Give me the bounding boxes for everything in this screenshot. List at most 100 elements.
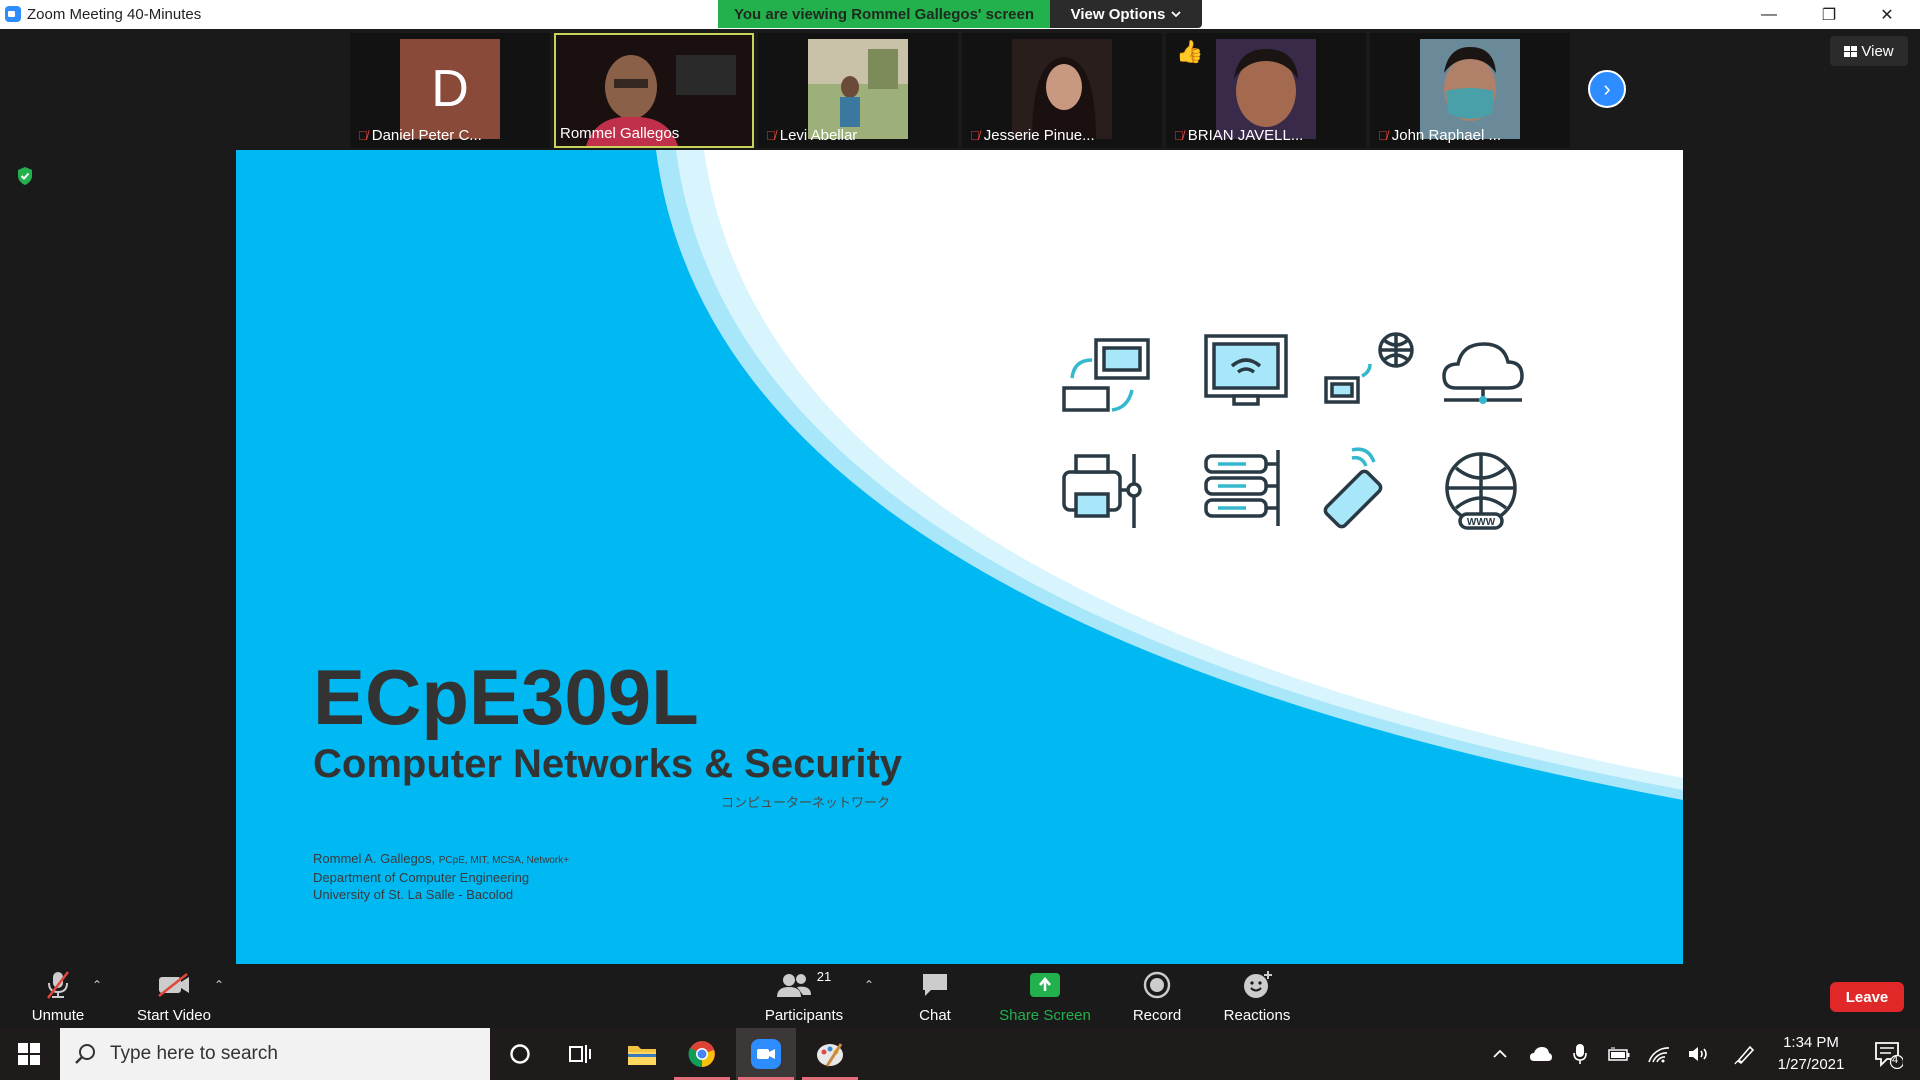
participants-button[interactable]: 21 Participants <box>756 964 852 1028</box>
file-explorer-taskbar-button[interactable] <box>612 1028 672 1080</box>
window-title: Zoom Meeting 40-Minutes <box>27 6 202 23</box>
participants-options-chevron-icon[interactable]: ⌃ <box>864 978 874 992</box>
participant-tile[interactable]: 🎙̸ John Raphael ... <box>1370 33 1570 148</box>
participant-tile[interactable]: 👍 🎙̸ BRIAN JAVELL... <box>1166 33 1366 148</box>
course-code: ECpE309L <box>313 653 699 741</box>
chrome-taskbar-button[interactable] <box>672 1028 732 1080</box>
participant-name: Jesserie Pinue... <box>983 127 1095 144</box>
start-button[interactable] <box>0 1028 58 1080</box>
participant-tile[interactable]: 🎙̸ Jesserie Pinue... <box>962 33 1162 148</box>
grid-icon <box>1844 45 1858 57</box>
unmute-button[interactable]: Unmute <box>18 964 98 1028</box>
participant-name: BRIAN JAVELL... <box>1187 127 1304 144</box>
university: University of St. La Salle - Bacolod <box>313 887 514 902</box>
zoom-taskbar-button[interactable] <box>736 1028 796 1080</box>
clock-date: 1/27/2021 <box>1777 1056 1845 1073</box>
taskbar-clock[interactable]: 1:34 PM 1/27/2021 <box>1768 1032 1854 1076</box>
view-options-label: View Options <box>1070 5 1166 23</box>
windows-logo-icon <box>18 1043 40 1065</box>
leave-button[interactable]: Leave <box>1830 982 1904 1012</box>
mic-muted-icon: 🎙̸ <box>766 128 776 143</box>
notification-count: 4 <box>1892 1054 1899 1066</box>
participant-name: John Raphael ... <box>1391 127 1501 144</box>
minimize-button[interactable]: — <box>1740 0 1798 29</box>
show-hidden-icons-chevron-icon[interactable] <box>1486 1028 1514 1080</box>
task-view-button[interactable] <box>550 1028 610 1080</box>
video-off-icon <box>158 973 189 997</box>
author-block: Rommel A. Gallegos, PCpE, MIT, MCSA, Net… <box>313 850 569 903</box>
encryption-shield-icon[interactable] <box>16 166 34 186</box>
volume-icon[interactable] <box>1682 1028 1716 1080</box>
shared-screen-slide: WWW ECpE309L Computer Networks & Securit… <box>236 150 1683 964</box>
reactions-smiley-icon <box>1244 971 1272 998</box>
video-options-chevron-icon[interactable]: ⌃ <box>214 978 224 992</box>
folder-icon <box>628 1046 656 1065</box>
www-label: WWW <box>1467 517 1496 528</box>
author-credentials: PCpE, MIT, MCSA, Network+ <box>438 855 570 866</box>
department: Department of Computer Engineering <box>313 870 530 885</box>
japanese-subtitle: コンピューターネットワーク <box>721 795 891 810</box>
cortana-button[interactable] <box>490 1028 550 1080</box>
restore-button[interactable]: ❐ <box>1800 0 1858 29</box>
mic-muted-icon: 🎙̸ <box>358 128 368 143</box>
share-screen-label: Share Screen <box>999 1007 1091 1024</box>
start-video-label: Start Video <box>137 1007 211 1024</box>
wifi-icon[interactable] <box>1642 1028 1676 1080</box>
notification-icon <box>1875 1042 1903 1069</box>
chevron-down-icon <box>1171 11 1182 18</box>
task-view-icon <box>569 1045 591 1063</box>
search-placeholder: Type here to search <box>110 1043 278 1064</box>
cortana-circle-icon <box>510 1044 530 1064</box>
zoom-icon <box>751 1039 781 1069</box>
participant-tile-active-speaker[interactable]: Rommel Gallegos <box>554 33 754 148</box>
chat-icon <box>923 974 947 996</box>
record-label: Record <box>1132 1007 1182 1024</box>
participants-label: Participants <box>764 1007 844 1024</box>
view-layout-button[interactable]: View <box>1830 36 1908 66</box>
mic-muted-icon: 🎙̸ <box>1378 128 1388 143</box>
mic-muted-icon: 🎙̸ <box>970 128 980 143</box>
windows-taskbar: Type here to search 1:34 PM 1/27/2021 4 <box>0 1028 1920 1080</box>
start-video-button[interactable]: Start Video <box>128 964 220 1028</box>
share-screen-button[interactable]: Share Screen <box>990 964 1100 1028</box>
author-name: Rommel A. Gallegos, <box>313 851 436 866</box>
microphone-tray-icon[interactable] <box>1564 1028 1596 1080</box>
chat-label: Chat <box>919 1007 951 1024</box>
paint-taskbar-button[interactable] <box>800 1028 860 1080</box>
notification-center-button[interactable]: 4 <box>1862 1028 1914 1080</box>
zoom-app-icon <box>5 6 21 22</box>
video-feed <box>1216 39 1316 139</box>
next-page-arrow-icon[interactable]: › <box>1588 70 1626 108</box>
participant-name: Rommel Gallegos <box>560 125 680 142</box>
clock-time: 1:34 PM <box>1783 1034 1839 1051</box>
audio-options-chevron-icon[interactable]: ⌃ <box>92 978 102 992</box>
close-button[interactable]: ✕ <box>1858 0 1916 29</box>
participant-video-strip: D 🎙̸ Daniel Peter C... Rommel Gallegos 🎙̸… <box>350 33 1570 148</box>
share-screen-icon <box>1030 973 1060 997</box>
record-icon <box>1143 971 1171 999</box>
onedrive-cloud-icon[interactable] <box>1524 1028 1558 1080</box>
avatar: D <box>400 39 500 139</box>
mic-muted-icon <box>47 971 69 999</box>
video-feed <box>1012 39 1112 139</box>
chrome-icon <box>688 1041 715 1068</box>
reactions-label: Reactions <box>1223 1007 1291 1024</box>
view-options-button[interactable]: View Options <box>1050 0 1202 28</box>
participants-count: 21 <box>816 969 832 984</box>
video-feed <box>1420 39 1520 139</box>
course-title: Computer Networks & Security <box>313 742 903 786</box>
unmute-label: Unmute <box>31 1007 85 1024</box>
participant-tile[interactable]: D 🎙̸ Daniel Peter C... <box>350 33 550 148</box>
pen-workspace-icon[interactable] <box>1728 1028 1762 1080</box>
paint-palette-icon <box>817 1043 843 1067</box>
reactions-button[interactable]: Reactions <box>1212 964 1302 1028</box>
meeting-toolbar: Unmute ⌃ Start Video ⌃ 21 Participants ⌃… <box>0 964 1920 1028</box>
mic-muted-icon: 🎙̸ <box>1174 128 1184 143</box>
participant-tile[interactable]: 🎙̸ Levi Abellar <box>758 33 958 148</box>
record-button[interactable]: Record <box>1118 964 1196 1028</box>
search-icon <box>75 1044 95 1064</box>
taskbar-search-box[interactable]: Type here to search <box>60 1028 490 1080</box>
battery-icon[interactable] <box>1602 1028 1636 1080</box>
view-label: View <box>1861 42 1894 60</box>
chat-button[interactable]: Chat <box>900 964 970 1028</box>
